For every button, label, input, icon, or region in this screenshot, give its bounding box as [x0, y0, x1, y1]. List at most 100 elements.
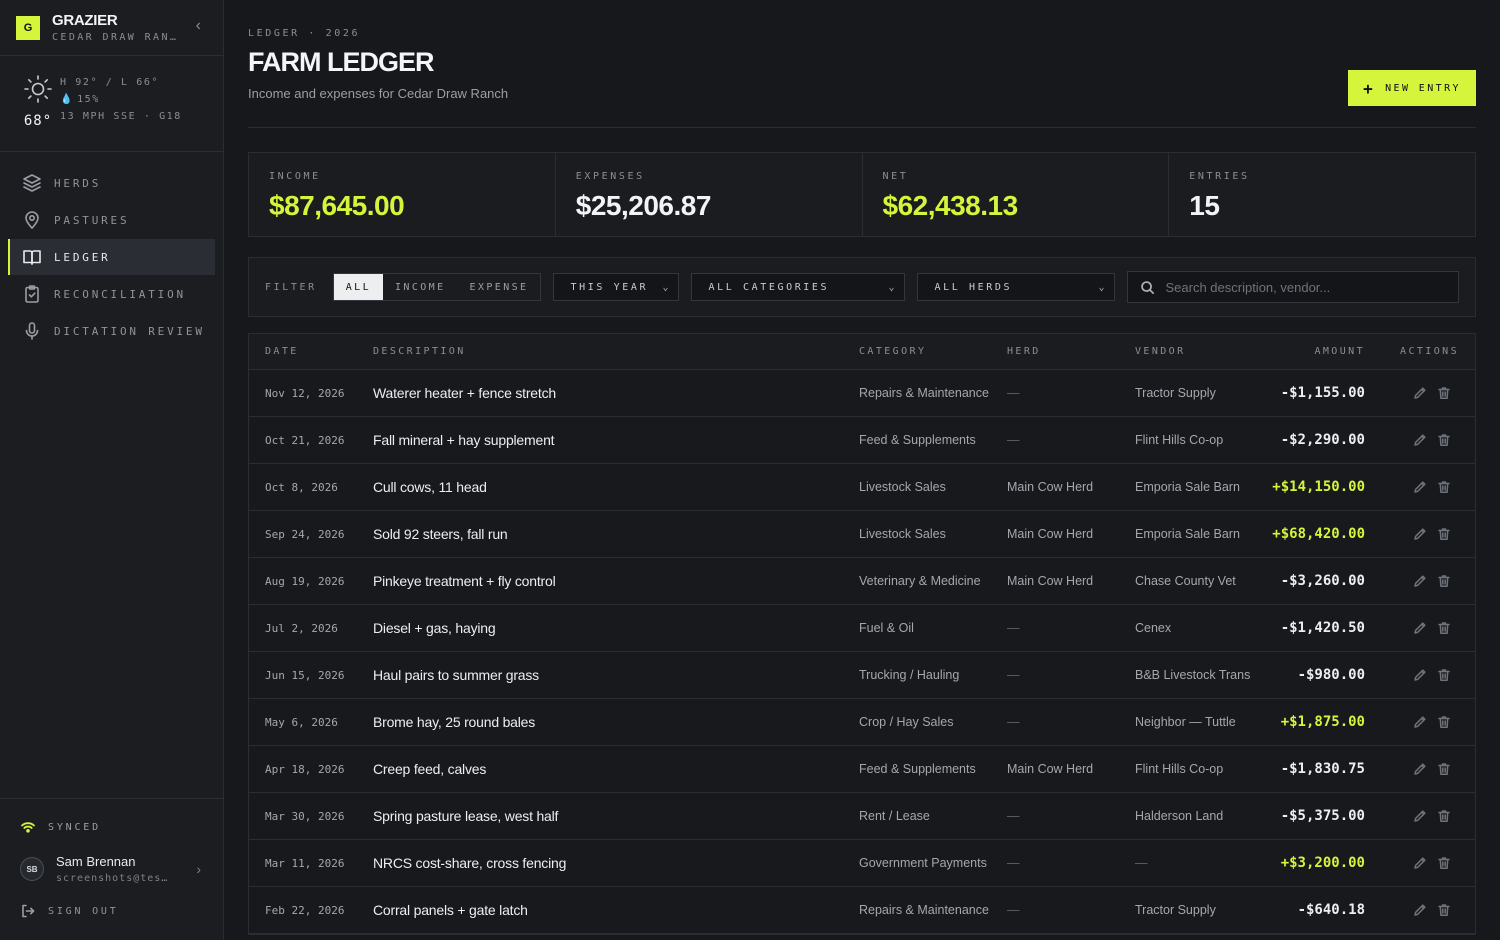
row-herd: —: [1007, 668, 1020, 682]
table-row[interactable]: Oct 21, 2026 Fall mineral + hay suppleme…: [249, 417, 1475, 464]
col-amount[interactable]: AMOUNT: [1265, 346, 1365, 357]
sidebar-item-reconciliation[interactable]: RECONCILIATION: [8, 276, 215, 312]
row-date: May 6, 2026: [265, 715, 338, 729]
search-input[interactable]: [1165, 279, 1446, 295]
sidebar-item-herds[interactable]: HERDS: [8, 165, 215, 201]
table-row[interactable]: Mar 30, 2026 Spring pasture lease, west …: [249, 793, 1475, 840]
stat-label: ENTRIES: [1189, 171, 1250, 182]
table-row[interactable]: Nov 12, 2026 Waterer heater + fence stre…: [249, 370, 1475, 417]
weather-precip: 15%: [77, 94, 100, 105]
pencil-icon[interactable]: [1413, 856, 1427, 870]
wifi-icon: [21, 822, 35, 833]
sidebar-item-dictation-review[interactable]: DICTATION REVIEW: [8, 313, 215, 349]
row-amount: +$68,420.00: [1272, 526, 1365, 542]
segment-expense[interactable]: EXPENSE: [458, 274, 541, 300]
col-category[interactable]: CATEGORY: [859, 346, 1007, 357]
main-content: LEDGER · 2026 FARM LEDGER Income and exp…: [224, 0, 1500, 940]
pencil-icon[interactable]: [1413, 386, 1427, 400]
trash-icon[interactable]: [1437, 480, 1451, 494]
category-select[interactable]: ALL CATEGORIES ⌄: [691, 273, 906, 301]
trash-icon[interactable]: [1437, 856, 1451, 870]
trash-icon[interactable]: [1437, 715, 1451, 729]
pencil-icon[interactable]: [1413, 903, 1427, 917]
row-amount: +$3,200.00: [1280, 855, 1365, 871]
row-actions: [1365, 433, 1475, 447]
sidebar-item-ledger[interactable]: LEDGER: [8, 239, 215, 275]
pencil-icon[interactable]: [1413, 621, 1427, 635]
pencil-icon[interactable]: [1413, 480, 1427, 494]
table-row[interactable]: Feb 22, 2026 Corral panels + gate latch …: [249, 887, 1475, 934]
row-category: Feed & Supplements: [859, 762, 976, 776]
trash-icon[interactable]: [1437, 527, 1451, 541]
row-category: Fuel & Oil: [859, 621, 914, 635]
avatar: SB: [20, 857, 44, 881]
trash-icon[interactable]: [1437, 762, 1451, 776]
col-description[interactable]: DESCRIPTION: [373, 346, 859, 357]
trash-icon[interactable]: [1437, 574, 1451, 588]
pencil-icon[interactable]: [1413, 668, 1427, 682]
row-description: Diesel + gas, haying: [373, 620, 496, 636]
book-icon: [23, 250, 41, 265]
pencil-icon[interactable]: [1413, 527, 1427, 541]
table-row[interactable]: May 6, 2026 Brome hay, 25 round bales Cr…: [249, 699, 1475, 746]
pencil-icon[interactable]: [1413, 574, 1427, 588]
row-description: Creep feed, calves: [373, 761, 487, 777]
col-date[interactable]: DATE: [249, 346, 373, 357]
trash-icon[interactable]: [1437, 668, 1451, 682]
row-date: Jul 2, 2026: [265, 621, 338, 635]
pencil-icon[interactable]: [1413, 762, 1427, 776]
trash-icon[interactable]: [1437, 433, 1451, 447]
table-row[interactable]: Oct 8, 2026 Cull cows, 11 head Livestock…: [249, 464, 1475, 511]
table-row[interactable]: Apr 18, 2026 Creep feed, calves Feed & S…: [249, 746, 1475, 793]
pencil-icon[interactable]: [1413, 715, 1427, 729]
sidebar-item-label: RECONCILIATION: [54, 287, 186, 301]
new-entry-button[interactable]: + NEW ENTRY: [1348, 70, 1476, 106]
period-select[interactable]: THIS YEAR ⌄: [553, 273, 680, 301]
row-vendor: Flint Hills Co-op: [1135, 433, 1224, 447]
segment-all[interactable]: ALL: [333, 274, 383, 300]
col-vendor[interactable]: VENDOR: [1135, 346, 1265, 357]
stat-value: $87,645.00: [269, 190, 405, 221]
collapse-sidebar-icon[interactable]: ‹: [196, 17, 201, 35]
table-row[interactable]: Aug 19, 2026 Pinkeye treatment + fly con…: [249, 558, 1475, 605]
row-amount: +$1,875.00: [1280, 714, 1365, 730]
sidebar-footer: SYNCED SB Sam Brennan screenshots@test.d…: [0, 798, 223, 940]
weather-hi-lo: H 92° / L 66°: [60, 77, 160, 88]
page-subtitle: Income and expenses for Cedar Draw Ranch: [248, 86, 509, 101]
row-vendor: Chase County Vet: [1135, 574, 1236, 588]
col-herd[interactable]: HERD: [1007, 346, 1135, 357]
pencil-icon[interactable]: [1413, 809, 1427, 823]
app-root: G GRAZIER CEDAR DRAW RANCH ‹ 68° H 92° /…: [0, 0, 1500, 940]
sidebar-item-label: LEDGER: [54, 250, 111, 264]
table-row[interactable]: Sep 24, 2026 Sold 92 steers, fall run Li…: [249, 511, 1475, 558]
row-date: Sep 24, 2026: [265, 527, 345, 541]
trash-icon[interactable]: [1437, 386, 1451, 400]
row-herd: —: [1007, 856, 1020, 870]
stat-label: EXPENSES: [575, 171, 645, 182]
trash-icon[interactable]: [1437, 903, 1451, 917]
row-amount: -$2,290.00: [1280, 432, 1365, 448]
trash-icon[interactable]: [1437, 809, 1451, 823]
period-select-value: THIS YEAR: [570, 281, 649, 293]
row-actions: [1365, 621, 1475, 635]
category-select-value: ALL CATEGORIES: [708, 281, 830, 293]
row-herd: Main Cow Herd: [1007, 574, 1094, 588]
trash-icon[interactable]: [1437, 621, 1451, 635]
table-row[interactable]: Jul 2, 2026 Diesel + gas, haying Fuel & …: [249, 605, 1475, 652]
sign-out-button[interactable]: SIGN OUT: [0, 901, 223, 921]
table-row[interactable]: Jun 15, 2026 Haul pairs to summer grass …: [249, 652, 1475, 699]
chevron-down-icon: ⌄: [662, 281, 669, 293]
table-body: Nov 12, 2026 Waterer heater + fence stre…: [249, 370, 1475, 934]
weather-details: H 92° / L 66° 💧 15% 13 MPH SSE · G18: [60, 74, 182, 151]
segment-income[interactable]: INCOME: [383, 274, 458, 300]
sidebar-item-pastures[interactable]: PASTURES: [8, 202, 215, 238]
row-vendor: Halderson Land: [1135, 809, 1224, 823]
layers-icon: [23, 174, 41, 192]
brand-subtitle: CEDAR DRAW RANCH: [52, 32, 180, 43]
row-actions: [1365, 668, 1475, 682]
user-menu[interactable]: SB Sam Brennan screenshots@test.dev ›: [0, 849, 223, 889]
row-vendor: Tractor Supply: [1135, 386, 1216, 400]
pencil-icon[interactable]: [1413, 433, 1427, 447]
table-row[interactable]: Mar 11, 2026 NRCS cost-share, cross fenc…: [249, 840, 1475, 887]
herd-select[interactable]: ALL HERDS ⌄: [917, 273, 1116, 301]
